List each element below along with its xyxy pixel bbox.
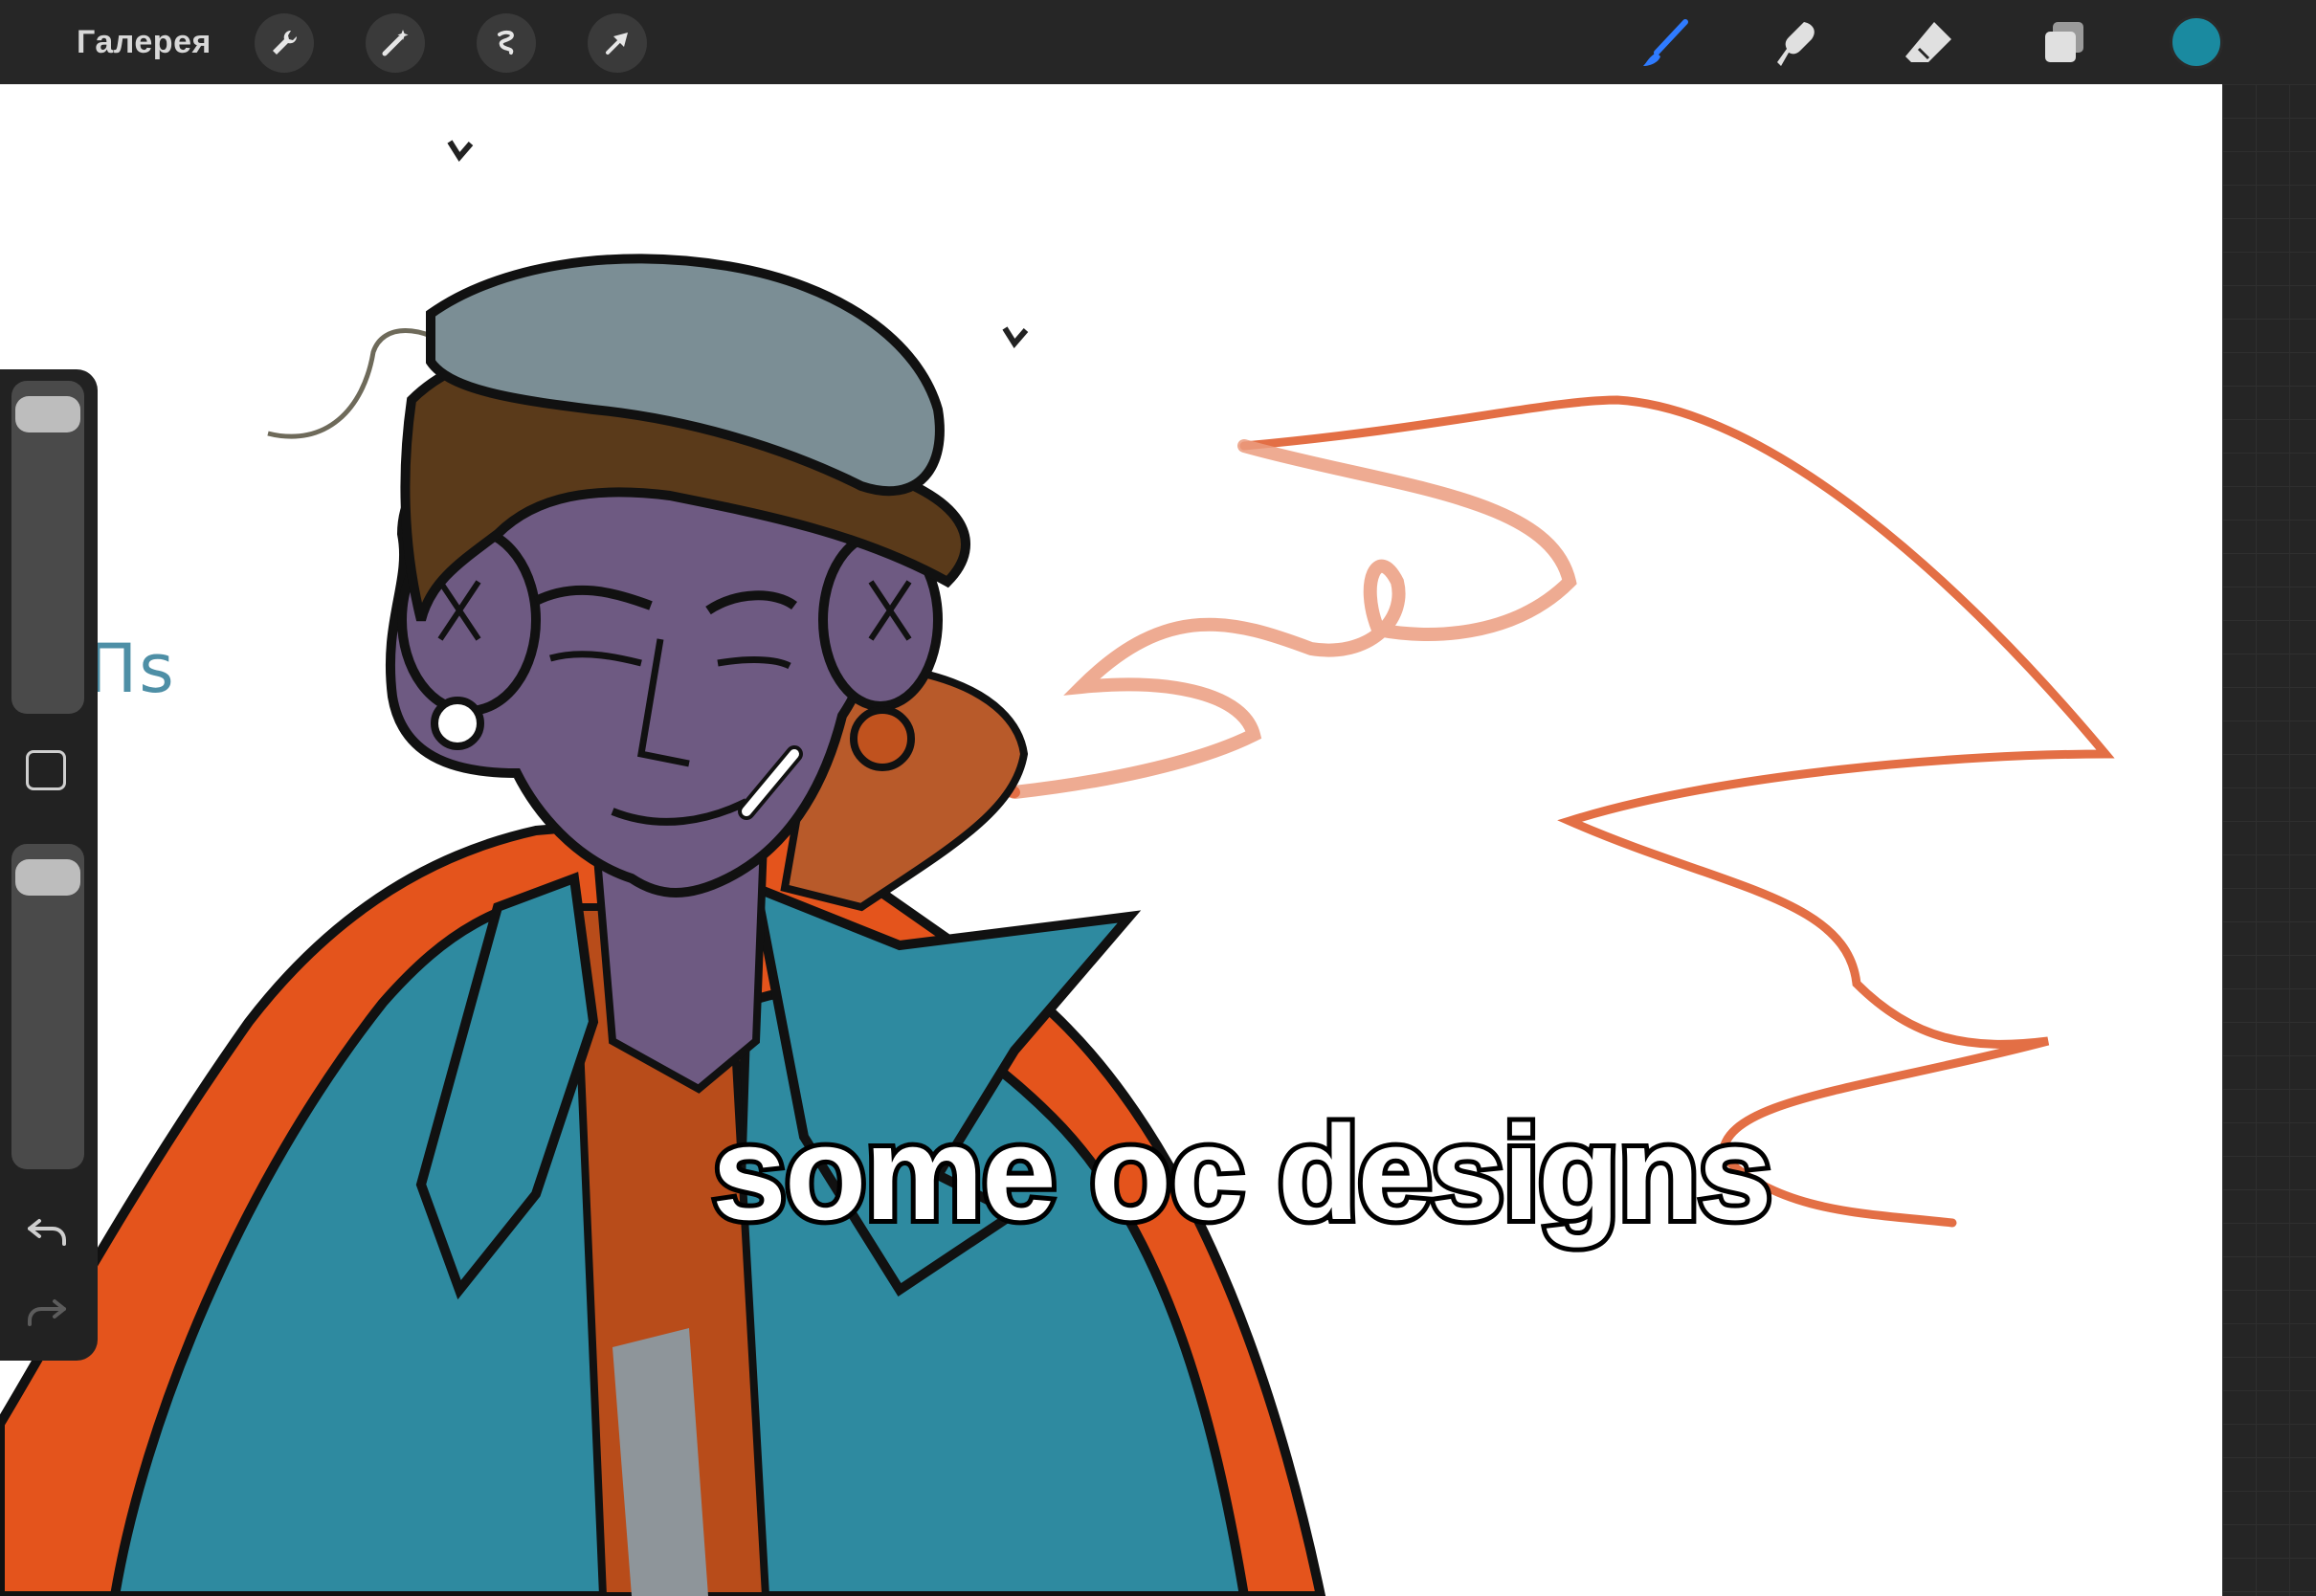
layers-button[interactable] [2033, 11, 2096, 75]
actions-button[interactable] [255, 13, 314, 73]
undo-icon [28, 1219, 66, 1246]
transform-button[interactable] [588, 13, 647, 73]
eraser-icon [1905, 22, 1951, 62]
opacity-slider[interactable] [11, 844, 84, 1169]
magic-wand-icon [382, 30, 409, 56]
eraser-tool-button[interactable] [1897, 11, 1960, 75]
canvas-surround [2222, 84, 2316, 1596]
smudge-icon [1777, 22, 1815, 66]
modify-square-icon[interactable] [26, 750, 66, 790]
opacity-thumb[interactable] [15, 859, 80, 896]
left-sidebar [0, 369, 98, 1361]
smudge-tool-button[interactable] [1765, 11, 1828, 75]
drawing-canvas[interactable]: ɪΠΠs [0, 84, 2222, 1596]
top-toolbar: Галерея [0, 0, 2316, 85]
brush-size-thumb[interactable] [15, 396, 80, 432]
layers-icon [2045, 22, 2083, 62]
undo-button[interactable] [19, 1208, 75, 1255]
selection-icon [498, 30, 514, 55]
wrench-icon [273, 30, 298, 55]
artwork [0, 140, 2115, 1596]
brush-icon [1643, 19, 1688, 66]
color-picker-button[interactable] [2170, 15, 2223, 69]
gallery-button[interactable]: Галерея [77, 19, 212, 65]
transform-arrow-icon [606, 33, 628, 55]
caption-overlay: some oc designs [707, 1093, 1777, 1252]
brush-tool-button[interactable] [1633, 11, 1696, 75]
redo-button[interactable] [19, 1288, 75, 1336]
selection-button[interactable] [477, 13, 536, 73]
redo-icon [28, 1299, 66, 1326]
adjustments-button[interactable] [366, 13, 425, 73]
brush-size-slider[interactable] [11, 381, 84, 714]
